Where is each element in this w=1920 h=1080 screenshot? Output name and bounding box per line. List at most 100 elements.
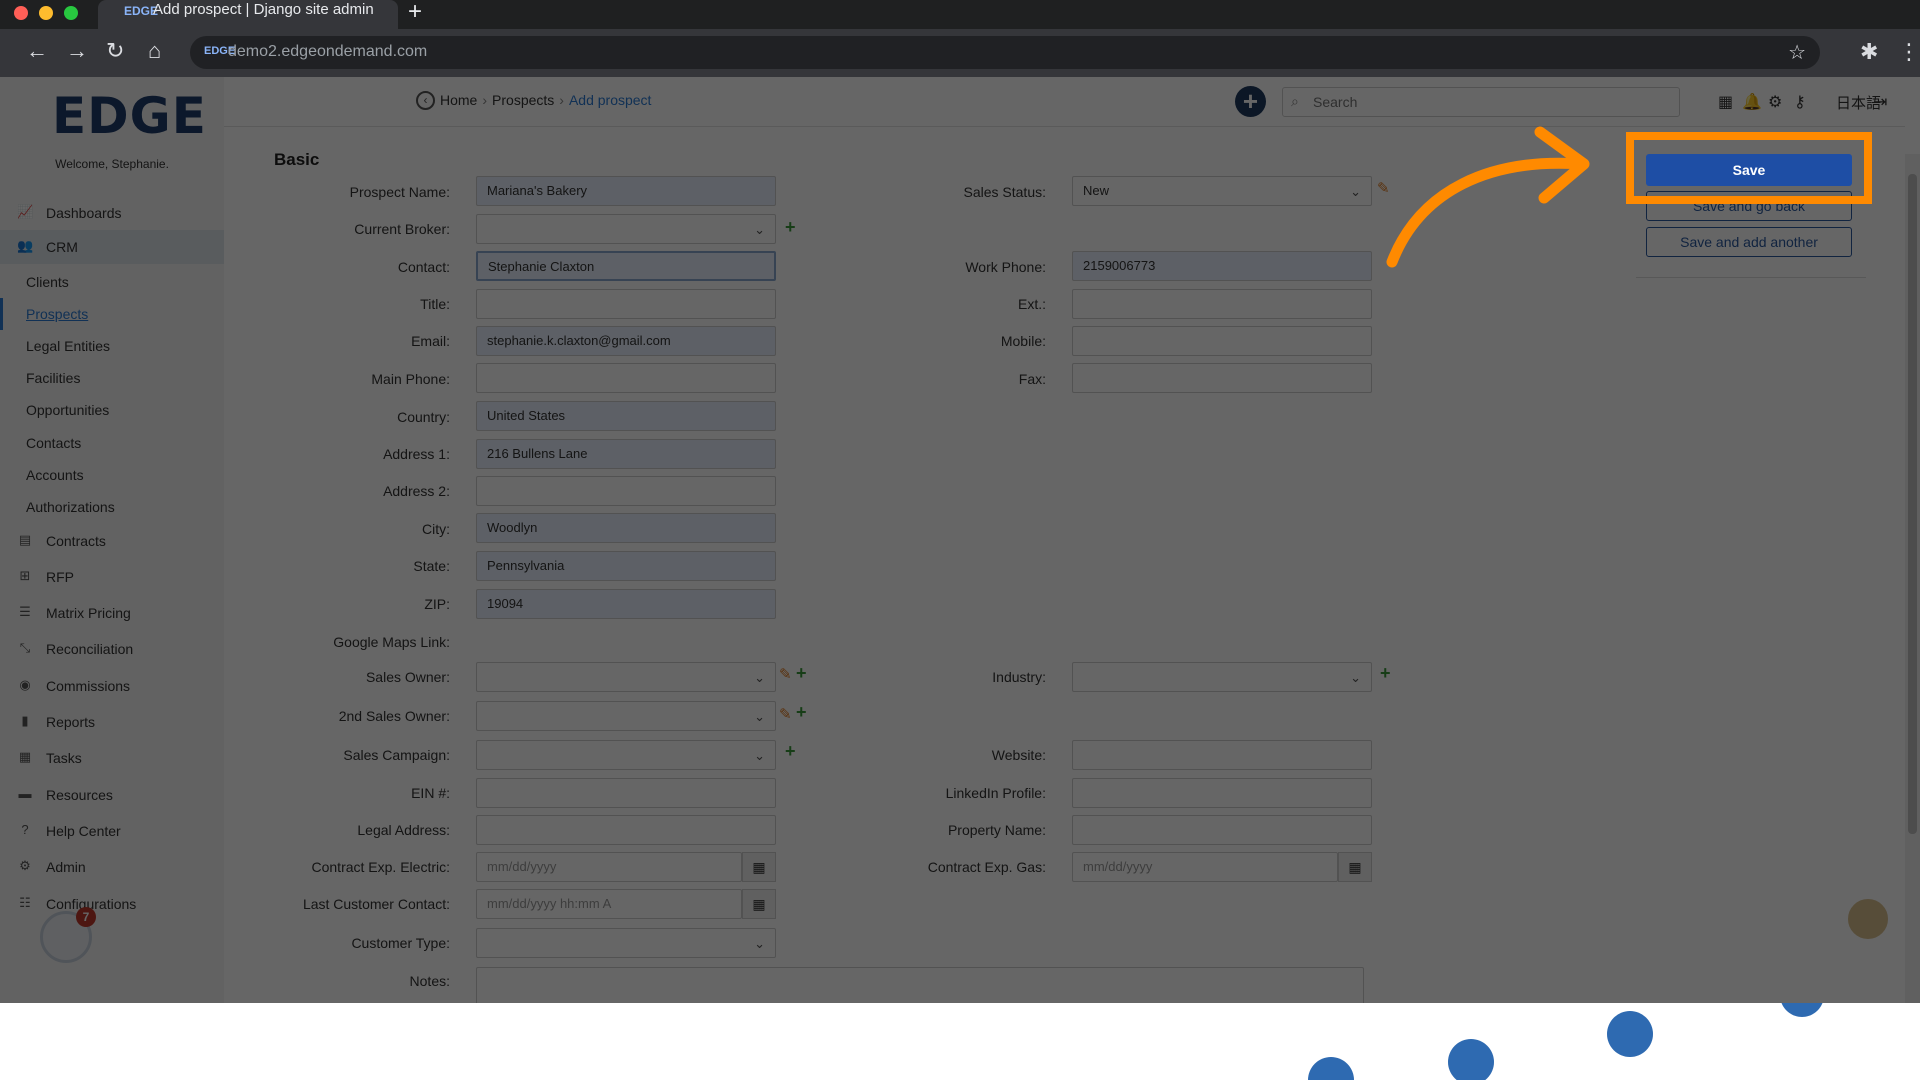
search-input[interactable] xyxy=(1313,92,1673,112)
reload-icon[interactable]: ↻ xyxy=(106,39,124,63)
sidebar-item-help-center[interactable]: ? Help Center xyxy=(0,814,224,848)
sidebar-sub-prospects[interactable]: Prospects xyxy=(0,298,224,330)
last-customer-contact-input[interactable]: mm/dd/yyyy hh:mm A xyxy=(476,889,742,919)
edge-logo[interactable]: EDGE xyxy=(52,87,207,145)
sidebar-sub-authorizations[interactable]: Authorizations xyxy=(0,491,224,523)
sales-campaign-select[interactable]: ⌄ xyxy=(476,740,776,770)
extensions-puzzle-icon[interactable]: ✱ xyxy=(1860,39,1878,65)
sidebar-item-reconciliation[interactable]: ⤡ Reconciliation xyxy=(0,632,224,666)
state-input[interactable]: Pennsylvania xyxy=(476,551,776,581)
legal-address-input[interactable] xyxy=(476,815,776,845)
calendar-icon[interactable]: ▦ xyxy=(742,852,776,882)
work-phone-input[interactable]: 2159006773 xyxy=(1072,251,1372,281)
contact-input[interactable]: Stephanie Claxton xyxy=(476,251,776,281)
sidebar-item-commissions[interactable]: ◉ Commissions xyxy=(0,669,224,703)
address2-input[interactable] xyxy=(476,476,776,506)
pointing-arrow xyxy=(1386,126,1590,268)
chevron-down-icon: ⌄ xyxy=(754,670,765,685)
email-input[interactable]: stephanie.k.claxton@gmail.com xyxy=(476,326,776,356)
bookmark-star-icon[interactable]: ☆ xyxy=(1788,40,1806,65)
sidebar-sub-accounts[interactable]: Accounts xyxy=(0,459,224,491)
address-bar[interactable]: EDGE demo2.edgeondemand.com ☆ xyxy=(190,36,1820,69)
ext-input[interactable] xyxy=(1072,289,1372,319)
chevron-down-icon: ⌄ xyxy=(754,936,765,951)
label-mobile: Mobile: xyxy=(1000,333,1046,349)
browser-tab[interactable]: EDGE Add prospect | Django site admin xyxy=(98,0,398,29)
zip-input[interactable]: 19094 xyxy=(476,589,776,619)
linkedin-input[interactable] xyxy=(1072,778,1372,808)
sidebar-item-reports[interactable]: ▮ Reports xyxy=(0,705,224,739)
main-phone-input[interactable] xyxy=(476,363,776,393)
calendar-icon[interactable]: ▦ xyxy=(1718,92,1733,112)
save-and-add-another-button[interactable]: Save and add another xyxy=(1646,227,1852,257)
sidebar-sub-clients[interactable]: Clients xyxy=(0,266,224,298)
sidebar-item-matrix-pricing[interactable]: ☰ Matrix Pricing xyxy=(0,596,224,630)
industry-select[interactable]: ⌄ xyxy=(1072,662,1372,692)
calendar-icon[interactable]: ▦ xyxy=(1338,852,1372,882)
sidebar-item-crm[interactable]: 👥 CRM xyxy=(0,230,224,264)
calendar-icon[interactable]: ▦ xyxy=(742,889,776,919)
sidebar-sub-contacts[interactable]: Contacts xyxy=(0,427,224,459)
mobile-input[interactable] xyxy=(1072,326,1372,356)
decorative-dot xyxy=(1607,1011,1653,1057)
label-contract-exp-gas: Contract Exp. Gas: xyxy=(927,859,1046,875)
breadcrumb-home[interactable]: Home xyxy=(440,92,477,108)
sign-out-icon[interactable]: ⇥ xyxy=(1874,92,1887,112)
address1-input[interactable]: 216 Bullens Lane xyxy=(476,439,776,469)
breadcrumb-prospects[interactable]: Prospects xyxy=(492,92,554,108)
key-icon[interactable]: ⚷ xyxy=(1794,92,1806,112)
title-input[interactable] xyxy=(476,289,776,319)
bell-icon[interactable]: 🔔 xyxy=(1742,92,1762,112)
maximize-window-button[interactable] xyxy=(64,6,78,20)
add-industry-plus-icon[interactable]: + xyxy=(1380,663,1391,684)
sidebar-item-resources[interactable]: ▬ Resources xyxy=(0,778,224,812)
browser-menu-icon[interactable]: ⋮ xyxy=(1898,39,1920,65)
minimize-window-button[interactable] xyxy=(39,6,53,20)
fax-input[interactable] xyxy=(1072,363,1372,393)
quick-add-plus-icon[interactable]: + xyxy=(1235,86,1266,117)
sidebar-item-dashboards[interactable]: 📈 Dashboards xyxy=(0,196,224,230)
notes-textarea[interactable] xyxy=(476,967,1364,1003)
label-property-name: Property Name: xyxy=(947,822,1046,838)
new-tab-button[interactable]: + xyxy=(408,0,422,26)
scroll-thumb[interactable] xyxy=(1908,174,1917,834)
sidebar-item-tasks[interactable]: ▦ Tasks xyxy=(0,741,224,775)
home-icon[interactable]: ⌂ xyxy=(148,39,161,63)
sidebar-item-configurations[interactable]: ☷ Configurations xyxy=(0,887,224,921)
label-email: Email: xyxy=(411,333,450,349)
current-broker-select[interactable]: ⌄ xyxy=(476,214,776,244)
back-circle-icon[interactable]: ‹ xyxy=(416,91,435,110)
sales-owner-2-select[interactable]: ⌄ xyxy=(476,701,776,731)
gear-icon[interactable]: ⚙ xyxy=(1768,92,1782,112)
prospect-name-input[interactable]: Mariana's Bakery xyxy=(476,176,776,206)
sidebar-item-contracts[interactable]: ▤ Contracts xyxy=(0,524,224,558)
sidebar-item-admin[interactable]: ⚙ Admin xyxy=(0,850,224,884)
back-arrow-icon[interactable]: ← xyxy=(26,39,48,63)
add-broker-plus-icon[interactable]: + xyxy=(785,217,796,238)
scrollbar[interactable] xyxy=(1905,154,1920,1003)
sales-owner-select[interactable]: ⌄ xyxy=(476,662,776,692)
search-box[interactable]: ⌕ xyxy=(1282,87,1680,117)
edit-pencil-icon[interactable]: ✎ xyxy=(779,705,792,723)
edit-pencil-icon[interactable]: ✎ xyxy=(779,665,792,683)
add-sales-owner-plus-icon[interactable]: + xyxy=(796,663,807,684)
add-sales-owner-2-plus-icon[interactable]: + xyxy=(796,702,807,723)
contract-exp-gas-input[interactable]: mm/dd/yyyy xyxy=(1072,852,1338,882)
ein-input[interactable] xyxy=(476,778,776,808)
country-input[interactable]: United States xyxy=(476,401,776,431)
city-input[interactable]: Woodlyn xyxy=(476,513,776,543)
sales-status-select[interactable]: New ⌄ xyxy=(1072,176,1372,206)
forward-arrow-icon[interactable]: → xyxy=(66,39,88,63)
property-name-input[interactable] xyxy=(1072,815,1372,845)
label-customer-type: Customer Type: xyxy=(351,935,450,951)
assistant-avatar[interactable] xyxy=(1845,896,1891,942)
website-input[interactable] xyxy=(1072,740,1372,770)
add-campaign-plus-icon[interactable]: + xyxy=(785,741,796,762)
customer-type-select[interactable]: ⌄ xyxy=(476,928,776,958)
contract-exp-electric-input[interactable]: mm/dd/yyyy xyxy=(476,852,742,882)
sidebar-item-rfp[interactable]: ⊞ RFP xyxy=(0,560,224,594)
sidebar-sub-legal-entities[interactable]: Legal Entities xyxy=(0,330,224,362)
sidebar-sub-facilities[interactable]: Facilities xyxy=(0,362,224,394)
close-window-button[interactable] xyxy=(14,6,28,20)
sidebar-sub-opportunities[interactable]: Opportunities xyxy=(0,394,224,426)
